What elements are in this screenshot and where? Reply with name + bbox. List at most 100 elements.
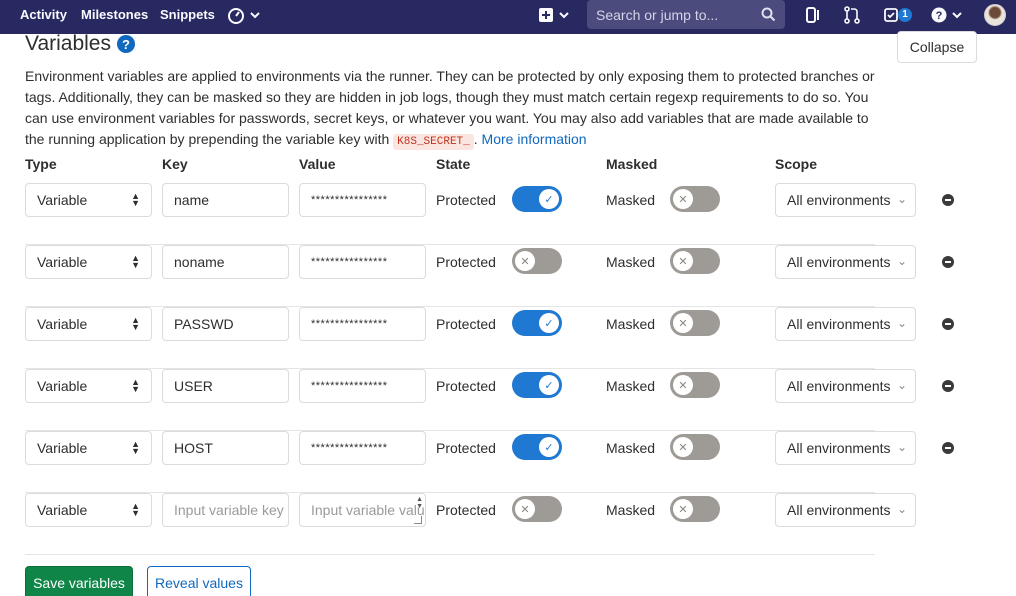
variable-value-input[interactable]: Input variable value ▲ ▼	[299, 493, 426, 527]
more-information-link[interactable]: More information	[482, 131, 587, 147]
variable-value-input[interactable]: ****************	[299, 245, 426, 279]
variable-value-input[interactable]: ****************	[299, 369, 426, 403]
select-arrows-icon: ▲ ▼	[131, 501, 140, 518]
select-arrows-icon: ▲ ▼	[131, 439, 140, 456]
column-header-masked: Masked	[606, 156, 658, 172]
variable-type-select[interactable]: Variable ▲ ▼	[25, 183, 152, 217]
column-header-state: State	[436, 156, 471, 172]
variable-value-masked: ****************	[311, 380, 388, 392]
collapse-button[interactable]: Collapse	[897, 31, 977, 63]
variable-key-input[interactable]: HOST	[162, 431, 289, 465]
merge-requests-link[interactable]	[844, 5, 860, 25]
masked-toggle[interactable]: ✕	[670, 248, 720, 274]
remove-variable-button[interactable]	[942, 194, 954, 206]
protected-toggle[interactable]: ✓	[512, 434, 562, 460]
variable-type-select[interactable]: Variable ▲ ▼	[25, 307, 152, 341]
environment-scope-dropdown[interactable]: All environments ⌄	[775, 493, 916, 527]
variable-type-select[interactable]: Variable ▲ ▼	[25, 245, 152, 279]
remove-variable-button[interactable]	[942, 380, 954, 392]
checkmark-icon: ✓	[539, 189, 559, 209]
todo-icon	[884, 8, 898, 22]
toggle-off-icon: ✕	[515, 251, 535, 271]
chevron-down-icon: ⌄	[896, 254, 907, 268]
environment-scope-dropdown[interactable]: All environments ⌄	[775, 431, 916, 465]
new-dropdown[interactable]	[539, 5, 570, 25]
top-navbar: Activity Milestones Snippets Search or j…	[0, 0, 1016, 34]
new-variable-row: Variable ▲ ▼ Input variable key Input var…	[25, 493, 916, 555]
remove-variable-button[interactable]	[942, 256, 954, 268]
reveal-values-button[interactable]: Reveal values	[147, 566, 251, 596]
environment-scope-dropdown[interactable]: All environments ⌄	[775, 369, 916, 403]
environment-scope-value: All environments	[787, 378, 891, 394]
column-header-key: Key	[162, 156, 188, 172]
masked-toggle[interactable]: ✕	[670, 186, 720, 212]
todos-link[interactable]	[884, 5, 898, 25]
question-icon[interactable]: ?	[117, 35, 135, 53]
environment-scope-dropdown[interactable]: All environments ⌄	[775, 183, 916, 217]
svg-text:?: ?	[936, 10, 943, 22]
remove-variable-button[interactable]	[942, 318, 954, 330]
variable-key-input[interactable]: name	[162, 183, 289, 217]
select-arrows-icon: ▲ ▼	[131, 253, 140, 270]
masked-toggle[interactable]: ✕	[670, 310, 720, 336]
nav-snippets-link[interactable]: Snippets	[160, 0, 215, 30]
merge-request-icon	[844, 6, 860, 24]
protected-label: Protected	[436, 192, 496, 208]
toggle-off-icon: ✕	[673, 313, 693, 333]
protected-toggle[interactable]: ✓	[512, 310, 562, 336]
environment-scope-value: All environments	[787, 502, 891, 518]
variable-type-value: Variable	[37, 502, 88, 518]
variable-type-select[interactable]: Variable ▲ ▼	[25, 369, 152, 403]
dashboard-icon	[228, 8, 244, 24]
dashboard-dropdown[interactable]	[227, 5, 261, 25]
protected-label: Protected	[436, 254, 496, 270]
variable-type-select[interactable]: Variable ▲ ▼	[25, 431, 152, 465]
variable-key-input[interactable]: PASSWD	[162, 307, 289, 341]
save-variables-button[interactable]: Save variables	[25, 566, 133, 596]
variable-value-input[interactable]: ****************	[299, 431, 426, 465]
environment-scope-dropdown[interactable]: All environments ⌄	[775, 307, 916, 341]
protected-label: Protected	[436, 378, 496, 394]
protected-toggle[interactable]: ✓	[512, 372, 562, 398]
environment-scope-dropdown[interactable]: All environments ⌄	[775, 245, 916, 279]
chevron-down-icon	[952, 12, 962, 19]
protected-toggle[interactable]: ✓	[512, 186, 562, 212]
issues-link[interactable]	[805, 5, 821, 25]
masked-toggle[interactable]: ✕	[670, 372, 720, 398]
variable-type-select[interactable]: Variable ▲ ▼	[25, 493, 152, 527]
variable-key-value: HOST	[174, 440, 213, 456]
nav-milestones-link[interactable]: Milestones	[81, 0, 148, 30]
variable-type-value: Variable	[37, 254, 88, 270]
protected-toggle[interactable]: ✕	[512, 496, 562, 522]
variable-key-input[interactable]: USER	[162, 369, 289, 403]
k8s-secret-code: K8S_SECRET_	[393, 134, 474, 150]
variable-row: Variable ▲ ▼ name **************** Protected ✓…	[25, 183, 954, 245]
avatar[interactable]	[984, 4, 1006, 26]
toggle-off-icon: ✕	[673, 375, 693, 395]
plus-icon	[539, 8, 553, 22]
environment-scope-value: All environments	[787, 440, 891, 456]
variable-key-value: PASSWD	[174, 316, 234, 332]
textarea-scroll-arrows-icon[interactable]: ▲ ▼	[416, 496, 423, 510]
protected-label: Protected	[436, 316, 496, 332]
variable-value-input[interactable]: ****************	[299, 183, 426, 217]
masked-toggle[interactable]: ✕	[670, 496, 720, 522]
variable-row: Variable ▲ ▼ USER **************** Protected ✓…	[25, 369, 954, 431]
help-dropdown[interactable]: ?	[931, 5, 963, 25]
masked-label: Masked	[606, 440, 656, 456]
search-icon	[761, 7, 776, 22]
variable-value-input[interactable]: ****************	[299, 307, 426, 341]
variable-key-input[interactable]: noname	[162, 245, 289, 279]
column-header-value: Value	[299, 156, 336, 172]
help-icon: ?	[931, 7, 947, 23]
search-input[interactable]: Search or jump to...	[587, 0, 785, 29]
column-header-type: Type	[25, 156, 57, 172]
variable-key-input[interactable]: Input variable key	[162, 493, 289, 527]
masked-toggle[interactable]: ✕	[670, 434, 720, 460]
nav-activity-link[interactable]: Activity	[20, 0, 67, 30]
remove-variable-button[interactable]	[942, 442, 954, 454]
variable-type-value: Variable	[37, 192, 88, 208]
protected-toggle[interactable]: ✕	[512, 248, 562, 274]
chevron-down-icon: ⌄	[896, 440, 907, 454]
textarea-resize-handle[interactable]	[414, 516, 422, 524]
